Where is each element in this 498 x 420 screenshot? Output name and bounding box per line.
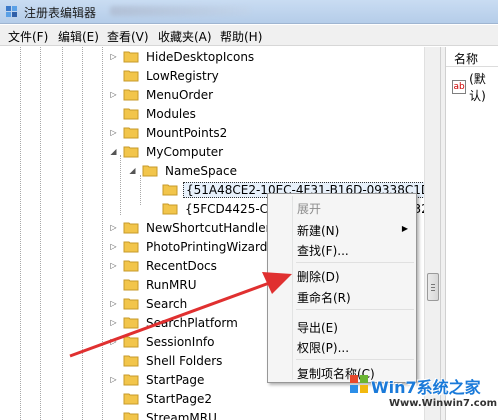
expand-icon[interactable]: ▷ [109,128,118,137]
folder-icon [162,203,178,215]
tree-item[interactable]: ▷ RecentDocs [109,256,219,275]
context-menu: 展开 新建(N) ▶ 查找(F)... 删除(D) 重命名(R) 导出(E) 权… [267,193,417,383]
tree-item[interactable]: StartPage2 [109,389,214,408]
menu-favorites[interactable]: 收藏夹(A) [158,28,212,45]
tree-item-label: Shell Folders [146,353,223,368]
scrollbar-thumb[interactable] [427,273,439,301]
folder-icon [123,260,139,272]
site-watermark: Win7系统之家 Www.Winwin7.com [347,370,498,420]
values-pane[interactable]: 名称 ab (默认) [446,47,498,420]
watermark-url: Www.Winwin7.com [389,398,498,409]
folder-icon [123,222,139,234]
tree-item[interactable]: ▷ Search [109,294,189,313]
tree-item[interactable]: Shell Folders [109,351,224,370]
tree-item-label: MountPoints2 [146,125,228,140]
tree-item-label: Modules [146,106,196,121]
folder-icon [123,108,139,120]
folder-icon [123,146,139,158]
tree-item[interactable]: ◢ MyComputer [109,142,225,161]
menu-edit[interactable]: 编辑(E) [58,28,99,45]
tree-item-label: SessionInfo [146,334,215,349]
folder-icon [123,89,139,101]
watermark-title: Win7系统之家 [371,378,481,397]
tree-item[interactable]: ▷ SearchPlatform [109,313,240,332]
expand-icon[interactable]: ▷ [109,90,118,99]
expand-icon[interactable]: ▷ [109,242,118,251]
submenu-arrow-icon: ▶ [401,224,408,233]
tree-scrollbar[interactable] [424,47,440,420]
tree-item-label: RunMRU [146,277,197,292]
blurred-title-text [110,6,250,16]
expand-icon[interactable]: ▷ [109,318,118,327]
tree-item-label: Search [146,296,188,311]
expand-icon[interactable]: ▷ [109,337,118,346]
tree-item[interactable]: ◢ NameSpace [128,161,239,180]
folder-icon [123,279,139,291]
menu-item-expand: 展开 [297,202,322,216]
expand-icon[interactable]: ▷ [109,375,118,384]
menu-view[interactable]: 查看(V) [107,28,149,45]
menu-item-export[interactable]: 导出(E) [297,319,338,336]
menu-help[interactable]: 帮助(H) [220,28,262,45]
tree-item[interactable]: ▷ HideDesktopIcons [109,47,256,66]
tree-item[interactable]: ▷ PhotoPrintingWizard [109,237,269,256]
menu-item-permissions[interactable]: 权限(P)... [297,339,349,356]
menu-item-delete[interactable]: 删除(D) [297,268,340,285]
menu-item-rename[interactable]: 重命名(R) [297,289,351,306]
folder-icon [123,317,139,329]
tree-item-label: StartPage [146,372,205,387]
folder-icon [162,184,178,196]
menu-file[interactable]: 文件(F) [8,28,48,45]
collapse-icon[interactable]: ◢ [109,147,118,156]
menu-bar: 文件(F) 编辑(E) 查看(V) 收藏夹(A) 帮助(H) [0,25,498,46]
tree-item-label: MenuOrder [146,87,214,102]
windows-logo-icon [350,375,368,393]
registry-icon [6,6,17,17]
column-header-name[interactable]: 名称 [446,47,498,67]
tree-item-label: StreamMRU [146,410,217,420]
folder-icon [123,241,139,253]
expand-icon[interactable]: ▷ [109,261,118,270]
tree-item[interactable]: ▷ MenuOrder [109,85,215,104]
tree-item-label: RecentDocs [146,258,217,273]
tree-item[interactable]: ▷ NewShortcutHandlers [109,218,279,237]
folder-icon [123,51,139,63]
tree-item[interactable]: RunMRU [109,275,198,294]
folder-icon [123,393,139,405]
expand-icon[interactable]: ▷ [109,299,118,308]
value-row[interactable]: ab (默认) [446,67,498,104]
tree-item[interactable]: ▷ SessionInfo [109,332,217,351]
tree-item-label: MyComputer [146,144,224,159]
folder-icon [123,298,139,310]
folder-icon [123,412,139,420]
window-title: 注册表编辑器 [24,6,97,20]
tree-item-label: StartPage2 [146,391,212,406]
tree-item-label: NewShortcutHandlers [146,220,277,235]
menu-item-new[interactable]: 新建(N) [297,222,339,239]
tree-item[interactable]: StreamMRU [109,408,219,420]
tree-item[interactable]: LowRegistry [109,66,221,85]
collapse-icon[interactable]: ◢ [128,166,137,175]
value-name: (默认) [469,72,486,103]
string-value-icon: ab [452,80,467,94]
folder-icon [123,127,139,139]
tree-item[interactable]: ▷ MountPoints2 [109,123,229,142]
tree-item-label: SearchPlatform [146,315,238,330]
folder-icon [123,374,139,386]
folder-icon [142,165,158,177]
tree-item[interactable]: ▷ StartPage [109,370,206,389]
tree-item-label: LowRegistry [146,68,219,83]
folder-icon [123,355,139,367]
expand-icon[interactable]: ▷ [109,52,118,61]
tree-item-label: HideDesktopIcons [146,49,255,64]
expand-icon[interactable]: ▷ [109,223,118,232]
title-bar: 注册表编辑器 [0,0,498,24]
tree-item-label: PhotoPrintingWizard [146,239,268,254]
folder-icon [123,70,139,82]
tree-item[interactable]: Modules [109,104,198,123]
folder-icon [123,336,139,348]
menu-item-find[interactable]: 查找(F)... [297,242,349,259]
tree-item-label: NameSpace [165,163,237,178]
